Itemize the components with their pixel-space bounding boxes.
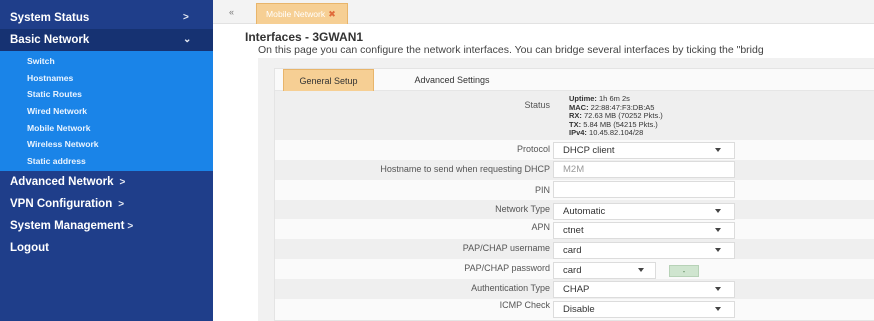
subnav-mobile-network[interactable]: Mobile Network (0, 119, 213, 136)
auth-type-row: Authentication Type CHAP (275, 279, 874, 299)
icmp-check-row: ICMP Check Disable (275, 299, 874, 321)
dropdown-caret-icon (638, 268, 644, 272)
nav-label: VPN Configuration (10, 198, 113, 211)
protocol-row: Protocol DHCP client (275, 140, 874, 160)
chevron-right-icon: > (183, 12, 189, 23)
subnav-wired-network[interactable]: Wired Network (0, 103, 213, 120)
username-select[interactable]: card (553, 242, 735, 259)
tab-advanced-settings[interactable]: Advanced Settings (395, 69, 509, 91)
nav-system-management[interactable]: System Management > (0, 215, 213, 237)
status-info: Uptime: 1h 6m 2s MAC: 22:88:47:F3:DB:A5 … (569, 94, 663, 138)
protocol-label: Protocol (516, 144, 550, 154)
dropdown-caret-icon (715, 148, 721, 152)
subnav-static-address[interactable]: Static address (0, 153, 213, 170)
chevron-right-icon: > (127, 220, 134, 232)
auth-type-select[interactable]: CHAP (553, 281, 735, 298)
nav-basic-network[interactable]: Basic Network ⌄ (0, 29, 213, 51)
apn-select[interactable]: ctnet (553, 222, 735, 239)
network-type-select[interactable]: Automatic (553, 203, 735, 220)
username-value: card (563, 245, 582, 256)
settings-panel: General Setup Advanced Settings Status U… (258, 58, 874, 321)
tab-strip: « Mobile Network ✖ (213, 0, 874, 24)
hostname-label: Hostname to send when requesting DHCP (380, 164, 550, 174)
tab-mobile-network[interactable]: Mobile Network ✖ (256, 3, 348, 24)
nav-label: Advanced Network (10, 176, 114, 189)
network-type-value: Automatic (563, 206, 606, 217)
sidebar: System Status > Basic Network ⌄ Switch H… (0, 0, 213, 321)
subnav-static-routes[interactable]: Static Routes (0, 86, 213, 103)
nav-label: System Status (10, 12, 90, 24)
pin-label: PIN (534, 185, 550, 195)
password-value: card (563, 265, 582, 276)
nav-logout[interactable]: Logout (0, 237, 213, 259)
nav-system-status[interactable]: System Status > (0, 7, 213, 29)
username-row: PAP/CHAP username card (275, 239, 874, 259)
double-chevron-left-icon[interactable]: « (229, 7, 234, 17)
nav-label: Logout (10, 242, 49, 255)
chevron-right-icon: > (118, 198, 125, 210)
icmp-check-select[interactable]: Disable (553, 301, 735, 318)
dropdown-caret-icon (715, 248, 721, 252)
tab-general-setup[interactable]: General Setup (283, 69, 374, 91)
pin-field[interactable] (553, 181, 735, 198)
settings-card: General Setup Advanced Settings Status U… (274, 68, 874, 321)
subnav-wireless-network[interactable]: Wireless Network (0, 136, 213, 153)
pin-row: PIN (275, 180, 874, 200)
icmp-check-value: Disable (563, 304, 595, 315)
pin-input[interactable] (563, 184, 734, 195)
status-label: Status (524, 100, 550, 110)
icmp-check-label: ICMP Check (499, 300, 550, 310)
hostname-input[interactable] (563, 164, 734, 175)
status-ipv4: IPv4: 10.45.82.104/28 (569, 128, 644, 138)
basic-network-submenu: Switch Hostnames Static Routes Wired Net… (0, 51, 213, 172)
nav-label: System Management (10, 220, 125, 233)
hostname-row: Hostname to send when requesting DHCP (275, 160, 874, 180)
tab-label: Mobile Network (266, 9, 326, 19)
password-label: PAP/CHAP password (464, 263, 550, 273)
dropdown-caret-icon (715, 209, 721, 213)
dropdown-caret-icon (715, 307, 721, 311)
hostname-field[interactable] (553, 161, 735, 178)
dropdown-caret-icon (715, 228, 721, 232)
close-icon[interactable]: ✖ (328, 9, 336, 20)
network-type-label: Network Type (495, 204, 550, 214)
apn-value: ctnet (563, 225, 584, 236)
password-select[interactable]: card (553, 262, 656, 279)
network-type-row: Network Type Automatic (275, 200, 874, 220)
password-reveal-button[interactable]: - (669, 265, 699, 277)
chevron-down-icon: ⌄ (183, 34, 192, 45)
subnav-hostnames[interactable]: Hostnames (0, 70, 213, 87)
username-label: PAP/CHAP username (462, 243, 550, 253)
nav-vpn-configuration[interactable]: VPN Configuration > (0, 193, 213, 215)
password-row: PAP/CHAP password card - (275, 259, 874, 279)
protocol-value: DHCP client (563, 145, 615, 156)
auth-type-value: CHAP (563, 284, 590, 295)
protocol-select[interactable]: DHCP client (553, 142, 735, 159)
nav-advanced-network[interactable]: Advanced Network > (0, 171, 213, 193)
page-title: Interfaces - 3GWAN1 (245, 30, 364, 44)
dropdown-caret-icon (715, 287, 721, 291)
apn-label: APN (531, 222, 550, 232)
apn-row: APN ctnet (275, 219, 874, 239)
section-tabs: General Setup Advanced Settings (275, 69, 874, 91)
page-description: On this page you can configure the netwo… (258, 44, 764, 56)
subnav-switch[interactable]: Switch (0, 53, 213, 70)
chevron-right-icon: > (119, 176, 126, 188)
nav-label: Basic Network (10, 34, 90, 46)
auth-type-label: Authentication Type (471, 283, 550, 293)
